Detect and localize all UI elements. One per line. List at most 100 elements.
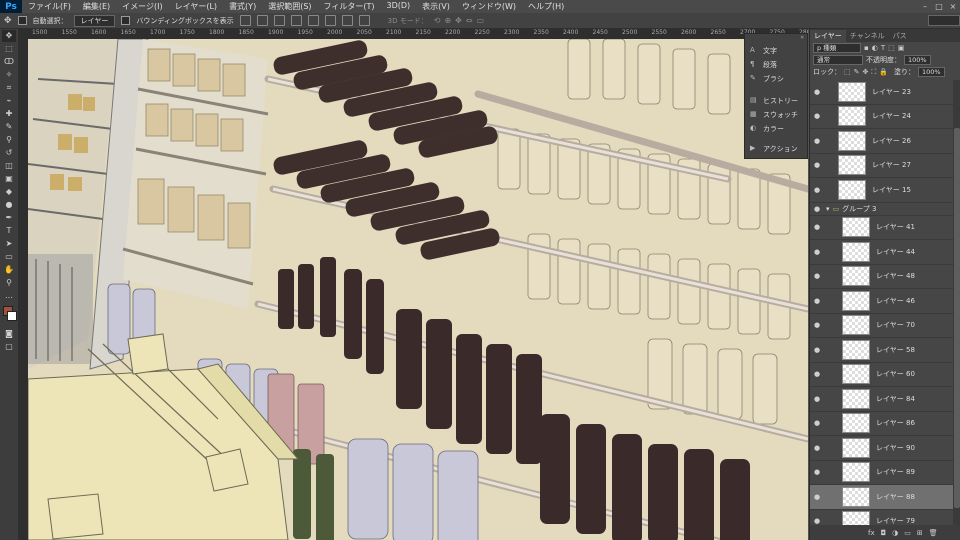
- visibility-eye-icon[interactable]: ●: [810, 370, 824, 378]
- layer-row[interactable]: ● レイヤー 15: [810, 178, 953, 203]
- clone-stamp-tool-icon[interactable]: ⚲: [2, 134, 16, 146]
- layer-row[interactable]: ● レイヤー 60: [810, 363, 953, 387]
- bounding-box-checkbox[interactable]: [121, 16, 131, 25]
- rectangle-tool-icon[interactable]: ▭: [2, 251, 16, 263]
- layer-row[interactable]: ● レイヤー 46: [810, 289, 953, 314]
- visibility-eye-icon[interactable]: ●: [810, 88, 824, 96]
- layer-row[interactable]: ● レイヤー 24: [810, 105, 953, 129]
- zoom-tool-icon[interactable]: ⚲: [2, 277, 16, 289]
- tab-layers[interactable]: レイヤー: [810, 30, 846, 42]
- filter-icons[interactable]: ▪◐T⬚▣: [864, 44, 907, 52]
- layers-scrollbar[interactable]: [953, 80, 960, 525]
- panel-item-label[interactable]: 段落: [763, 60, 777, 70]
- align-right-icon[interactable]: [324, 15, 336, 26]
- visibility-eye-icon[interactable]: ●: [810, 272, 824, 280]
- pen-tool-icon[interactable]: ✒: [2, 212, 16, 224]
- panel-icon[interactable]: ▦: [750, 110, 757, 118]
- visibility-eye-icon[interactable]: ●: [810, 321, 824, 329]
- minimize-button[interactable]: –: [918, 2, 932, 11]
- mask-icon[interactable]: ◘: [881, 529, 887, 537]
- visibility-eye-icon[interactable]: ●: [810, 205, 824, 213]
- move-tool-icon[interactable]: ✥: [2, 30, 16, 42]
- marquee-tool-icon[interactable]: ⬚: [2, 43, 16, 55]
- more-tools-icon[interactable]: …: [2, 290, 16, 302]
- group-expand-icon[interactable]: ▾: [826, 205, 830, 213]
- distribute-icon[interactable]: [341, 15, 353, 26]
- panel-collapse-icon[interactable]: »: [800, 34, 804, 41]
- panel-icon[interactable]: A: [750, 46, 755, 54]
- layer-row[interactable]: ● レイヤー 26: [810, 129, 953, 154]
- visibility-eye-icon[interactable]: ●: [810, 137, 824, 145]
- magic-wand-tool-icon[interactable]: ✧: [2, 69, 16, 81]
- layer-row[interactable]: ● レイヤー 27: [810, 154, 953, 178]
- lock-icons[interactable]: ⬚✎✥⛶🔒: [844, 68, 891, 77]
- auto-select-dropdown[interactable]: レイヤー: [73, 14, 116, 27]
- visibility-eye-icon[interactable]: ●: [810, 468, 824, 476]
- visibility-eye-icon[interactable]: ●: [810, 419, 824, 427]
- layer-row[interactable]: ● レイヤー 48: [810, 265, 953, 289]
- menu-item[interactable]: レイヤー(L): [169, 1, 223, 12]
- panel-icon[interactable]: ✎: [750, 74, 756, 82]
- layer-filter-dropdown[interactable]: p 種類: [813, 43, 861, 53]
- panel-item-label[interactable]: スウォッチ: [763, 110, 798, 120]
- close-button[interactable]: ×: [946, 2, 960, 11]
- layer-row[interactable]: ● レイヤー 86: [810, 412, 953, 436]
- menu-item[interactable]: フィルター(T): [318, 1, 381, 12]
- panel-icon[interactable]: ▶: [750, 144, 755, 152]
- panel-item-label[interactable]: 文字: [763, 46, 777, 56]
- visibility-eye-icon[interactable]: ●: [810, 493, 824, 501]
- quick-mask-icon[interactable]: ◙: [2, 328, 16, 340]
- crop-tool-icon[interactable]: ⌗: [2, 82, 16, 94]
- layer-row[interactable]: ● レイヤー 84: [810, 387, 953, 412]
- visibility-eye-icon[interactable]: ●: [810, 395, 824, 403]
- tab-paths[interactable]: パス: [889, 30, 911, 42]
- document-canvas[interactable]: [28, 39, 808, 540]
- menu-item[interactable]: イメージ(I): [116, 1, 168, 12]
- layer-group-row[interactable]: ● ▾ ▭ グループ 3: [810, 203, 953, 216]
- menu-item[interactable]: 表示(V): [416, 1, 456, 12]
- align-left-icon[interactable]: [290, 15, 302, 26]
- layer-row[interactable]: ● レイヤー 44: [810, 240, 953, 265]
- adjustment-icon[interactable]: ◑: [892, 529, 898, 537]
- visibility-eye-icon[interactable]: ●: [810, 223, 824, 231]
- panel-item-label[interactable]: アクション: [763, 144, 798, 154]
- auto-select-checkbox[interactable]: [17, 16, 27, 25]
- visibility-eye-icon[interactable]: ●: [810, 186, 824, 194]
- panel-icon[interactable]: ¶: [750, 60, 754, 68]
- workspace-switcher[interactable]: [928, 15, 960, 26]
- gradient-tool-icon[interactable]: ▣: [2, 173, 16, 185]
- menu-item[interactable]: 3D(D): [381, 1, 417, 12]
- panel-icon[interactable]: ◐: [750, 124, 756, 132]
- visibility-eye-icon[interactable]: ●: [810, 112, 824, 120]
- layer-row[interactable]: ● レイヤー 41: [810, 216, 953, 240]
- layer-row[interactable]: ● レイヤー 89: [810, 461, 953, 485]
- lasso-tool-icon[interactable]: ↀ: [2, 56, 16, 68]
- blend-mode-dropdown[interactable]: 通常: [813, 55, 863, 65]
- healing-brush-tool-icon[interactable]: ✚: [2, 108, 16, 120]
- hand-tool-icon[interactable]: ✋: [2, 264, 16, 276]
- move-tool-icon[interactable]: ✥: [4, 16, 12, 26]
- menu-item[interactable]: ヘルプ(H): [522, 1, 570, 12]
- menu-item[interactable]: ウィンドウ(W): [456, 1, 522, 12]
- align-top-icon[interactable]: [239, 15, 251, 26]
- panel-item-label[interactable]: カラー: [763, 124, 784, 134]
- group-icon[interactable]: ▭: [904, 529, 911, 537]
- visibility-eye-icon[interactable]: ●: [810, 517, 824, 525]
- menu-item[interactable]: 書式(Y): [223, 1, 262, 12]
- opacity-input[interactable]: 100%: [904, 55, 931, 65]
- type-tool-icon[interactable]: T: [2, 225, 16, 237]
- align-center-icon[interactable]: [307, 15, 319, 26]
- panel-icon[interactable]: ▤: [750, 96, 757, 104]
- eyedropper-tool-icon[interactable]: ⌁: [2, 95, 16, 107]
- layer-row[interactable]: ● レイヤー 58: [810, 338, 953, 363]
- trash-icon[interactable]: 🗑: [929, 529, 938, 537]
- visibility-eye-icon[interactable]: ●: [810, 297, 824, 305]
- visibility-eye-icon[interactable]: ●: [810, 248, 824, 256]
- fx-icon[interactable]: fx: [868, 529, 875, 537]
- dodge-tool-icon[interactable]: ●: [2, 199, 16, 211]
- visibility-eye-icon[interactable]: ●: [810, 444, 824, 452]
- menu-item[interactable]: 選択範囲(S): [262, 1, 317, 12]
- scrollbar-thumb[interactable]: [954, 128, 960, 508]
- align-middle-icon[interactable]: [256, 15, 268, 26]
- 3d-tools-icon[interactable]: ⟲⊕✥⇔▭: [434, 16, 488, 25]
